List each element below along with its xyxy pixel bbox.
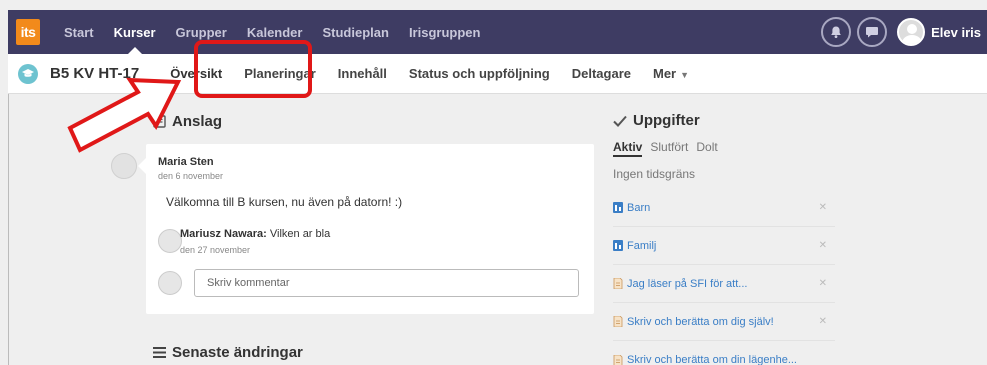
tab-mer[interactable]: Mer ▼ [642, 66, 700, 81]
task-list: Barn ✕ Familj ✕ Jag läser på SFI för att… [613, 189, 835, 365]
chat-bubble-icon [866, 27, 879, 38]
user-avatar[interactable] [897, 18, 926, 46]
close-icon[interactable]: ✕ [819, 240, 827, 251]
close-icon[interactable]: ✕ [819, 202, 827, 213]
task-label[interactable]: Familj [627, 240, 656, 252]
document-icon [613, 354, 623, 365]
nav-kurser[interactable]: Kurser [104, 10, 166, 54]
comment-author-avatar[interactable] [158, 229, 182, 253]
graduation-cap-icon [18, 63, 38, 84]
tab-deltagare[interactable]: Deltagare [561, 66, 642, 81]
module-icon [613, 240, 623, 251]
bell-icon [831, 26, 841, 38]
no-deadline-label: Ingen tidsgräns [613, 167, 696, 181]
post-date: den 6 november [158, 171, 224, 181]
task-label[interactable]: Jag läser på SFI för att... [627, 278, 747, 290]
top-navigation-bar: its Start Kurser Grupper Kalender Studie… [8, 10, 987, 54]
close-icon[interactable]: ✕ [819, 278, 827, 289]
uppgifter-heading: Uppgifter [613, 112, 700, 129]
task-item[interactable]: Skriv och berätta om dig själv! ✕ [613, 303, 835, 341]
task-item[interactable]: Jag läser på SFI för att... ✕ [613, 265, 835, 303]
mer-label: Mer [652, 66, 677, 81]
tab-dolt[interactable]: Dolt [696, 140, 717, 157]
comment-date: den 27 november [180, 245, 251, 255]
announcement-card: Maria Sten den 6 november Välkomna till … [138, 144, 594, 314]
comment-author[interactable]: Mariusz Nawara: [180, 228, 267, 240]
annotation-arrow [67, 77, 182, 153]
document-icon [613, 278, 623, 289]
close-icon[interactable]: ✕ [819, 316, 827, 327]
post-text: Välkomna till B kursen, nu även på dator… [166, 195, 403, 209]
task-filter-tabs: Aktiv Slutfört Dolt [613, 140, 718, 157]
user-area: Elev iris [821, 10, 981, 54]
module-icon [613, 202, 623, 213]
task-item[interactable]: Familj ✕ [613, 227, 835, 265]
annotation-highlight-box [194, 40, 312, 98]
notifications-button[interactable] [821, 17, 852, 47]
comment-text: Vilken ar bla [269, 228, 331, 240]
uppgifter-title: Uppgifter [633, 112, 700, 129]
task-item[interactable]: Skriv och berätta om din lägenhe... [613, 341, 835, 365]
tab-aktiv[interactable]: Aktiv [613, 140, 643, 157]
tab-slutfort[interactable]: Slutfört [650, 140, 688, 157]
nav-irisgruppen[interactable]: Irisgruppen [399, 10, 491, 54]
task-label[interactable]: Skriv och berätta om din lägenhe... [627, 354, 797, 365]
tab-innehall[interactable]: Innehåll [327, 66, 398, 81]
senaste-heading: Senaste ändringar [153, 344, 303, 361]
tab-status[interactable]: Status och uppföljning [398, 66, 561, 81]
user-name[interactable]: Elev iris [931, 25, 981, 40]
messages-button[interactable] [857, 17, 888, 47]
nav-start[interactable]: Start [54, 10, 104, 54]
task-label[interactable]: Skriv och berätta om dig själv! [627, 316, 774, 328]
current-user-avatar [158, 271, 182, 295]
senaste-title: Senaste ändringar [172, 344, 303, 361]
task-label[interactable]: Barn [627, 202, 650, 214]
task-item[interactable]: Barn ✕ [613, 189, 835, 227]
checkmark-icon [613, 115, 627, 127]
comment-input[interactable]: Skriv kommentar [194, 269, 579, 297]
comment-line: Mariusz Nawara: Vilken ar bla [180, 228, 330, 240]
content-left-border [8, 94, 9, 365]
nav-studieplan[interactable]: Studieplan [312, 10, 398, 54]
its-logo[interactable]: its [16, 19, 40, 45]
document-icon [613, 316, 623, 327]
chevron-down-icon: ▼ [680, 70, 690, 80]
list-icon [153, 347, 166, 358]
